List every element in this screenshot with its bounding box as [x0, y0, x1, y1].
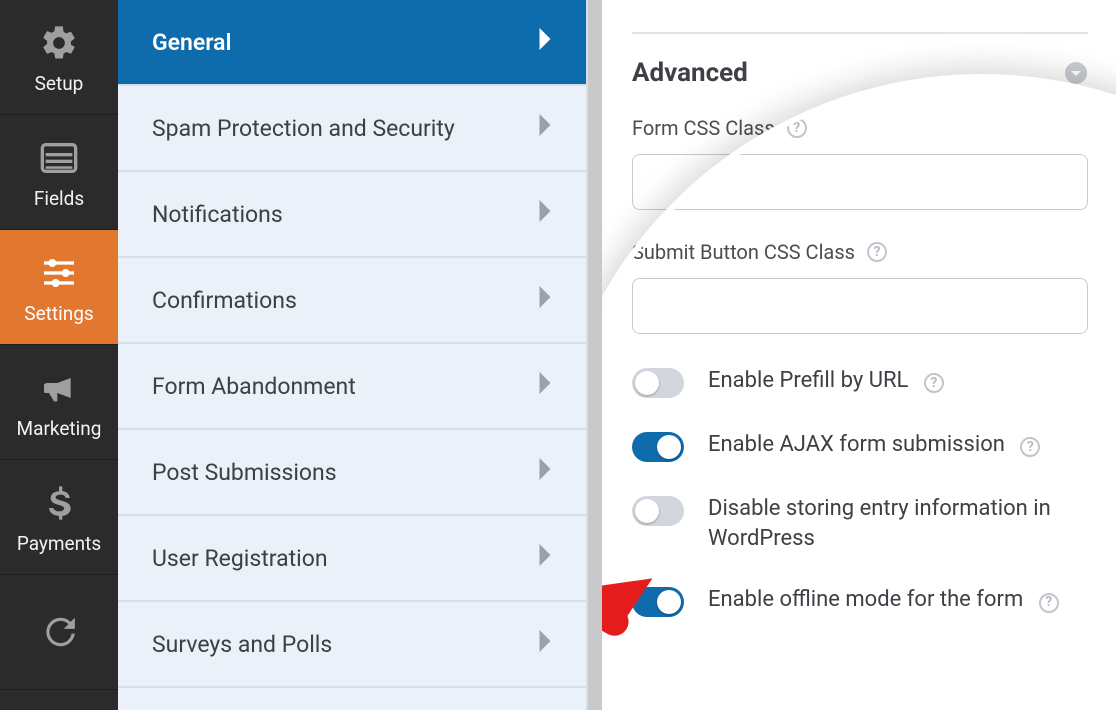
subnav-label: User Registration	[152, 545, 328, 572]
settings-panel: Advanced Form CSS Class ? Submit Button …	[588, 0, 1116, 710]
gear-icon	[36, 20, 82, 66]
chevron-right-icon	[538, 200, 552, 228]
iconbar-fields[interactable]: Fields	[0, 115, 118, 230]
chevron-right-icon	[538, 372, 552, 400]
subnav-general[interactable]: General	[118, 0, 586, 86]
form-css-class-input[interactable]	[632, 154, 1088, 210]
chevron-right-icon	[538, 458, 552, 486]
subnav-notifications[interactable]: Notifications	[118, 172, 586, 258]
help-icon[interactable]: ?	[1020, 437, 1040, 457]
subnav-spam[interactable]: Spam Protection and Security	[118, 86, 586, 172]
iconbar-label: Payments	[17, 532, 101, 555]
chevron-right-icon	[538, 630, 552, 658]
submit-css-class-input[interactable]	[632, 278, 1088, 334]
toggle-label: Enable AJAX form submission	[708, 432, 1005, 457]
iconbar-label: Fields	[34, 187, 84, 210]
iconbar-label: Marketing	[17, 417, 102, 440]
iconbar-revisions[interactable]	[0, 575, 118, 690]
help-icon[interactable]: ?	[924, 373, 944, 393]
iconbar-setup[interactable]: Setup	[0, 0, 118, 115]
submit-css-class-label: Submit Button CSS Class	[632, 240, 855, 264]
help-icon[interactable]: ?	[1039, 593, 1059, 613]
toggle-ajax-submission[interactable]	[632, 432, 684, 462]
toggle-label: Enable Prefill by URL	[708, 368, 908, 393]
form-css-class-label: Form CSS Class	[632, 116, 775, 140]
toggle-disable-storing[interactable]	[632, 496, 684, 526]
toggle-offline-mode[interactable]	[632, 587, 684, 617]
subnav-label: Form Abandonment	[152, 373, 356, 400]
subnav-surveys-polls[interactable]: Surveys and Polls	[118, 602, 586, 688]
toggle-label: Disable storing entry information in Wor…	[708, 496, 1051, 551]
help-icon[interactable]: ?	[787, 118, 807, 138]
megaphone-icon	[36, 365, 82, 411]
subnav-post-submissions[interactable]: Post Submissions	[118, 430, 586, 516]
divider	[632, 32, 1088, 34]
iconbar-settings[interactable]: Settings	[0, 230, 118, 345]
builder-iconbar: Setup Fields Settings Marketing Payments	[0, 0, 118, 710]
subnav-label: Post Submissions	[152, 459, 337, 486]
list-icon	[36, 135, 82, 181]
chevron-right-icon	[538, 286, 552, 314]
dollar-icon	[36, 480, 82, 526]
history-icon	[36, 609, 82, 655]
iconbar-label: Setup	[35, 72, 84, 95]
subnav-user-registration[interactable]: User Registration	[118, 516, 586, 602]
subnav-label: Notifications	[152, 201, 283, 228]
iconbar-label: Settings	[24, 302, 93, 325]
subnav-label: General	[152, 29, 232, 56]
chevron-down-icon[interactable]	[1064, 61, 1088, 85]
advanced-section-title: Advanced	[632, 58, 748, 88]
subnav-confirmations[interactable]: Confirmations	[118, 258, 586, 344]
help-icon[interactable]: ?	[867, 242, 887, 262]
subnav-form-abandonment[interactable]: Form Abandonment	[118, 344, 586, 430]
iconbar-payments[interactable]: Payments	[0, 460, 118, 575]
subnav-label: Confirmations	[152, 287, 297, 314]
settings-subnav: General Spam Protection and Security Not…	[118, 0, 588, 710]
sliders-icon	[36, 250, 82, 296]
chevron-right-icon	[538, 544, 552, 572]
iconbar-marketing[interactable]: Marketing	[0, 345, 118, 460]
chevron-right-icon	[538, 114, 552, 142]
toggle-label: Enable offline mode for the form	[708, 587, 1023, 612]
subnav-label: Surveys and Polls	[152, 631, 332, 658]
toggle-prefill-url[interactable]	[632, 368, 684, 398]
chevron-right-icon	[538, 28, 552, 56]
subnav-label: Spam Protection and Security	[152, 115, 455, 142]
